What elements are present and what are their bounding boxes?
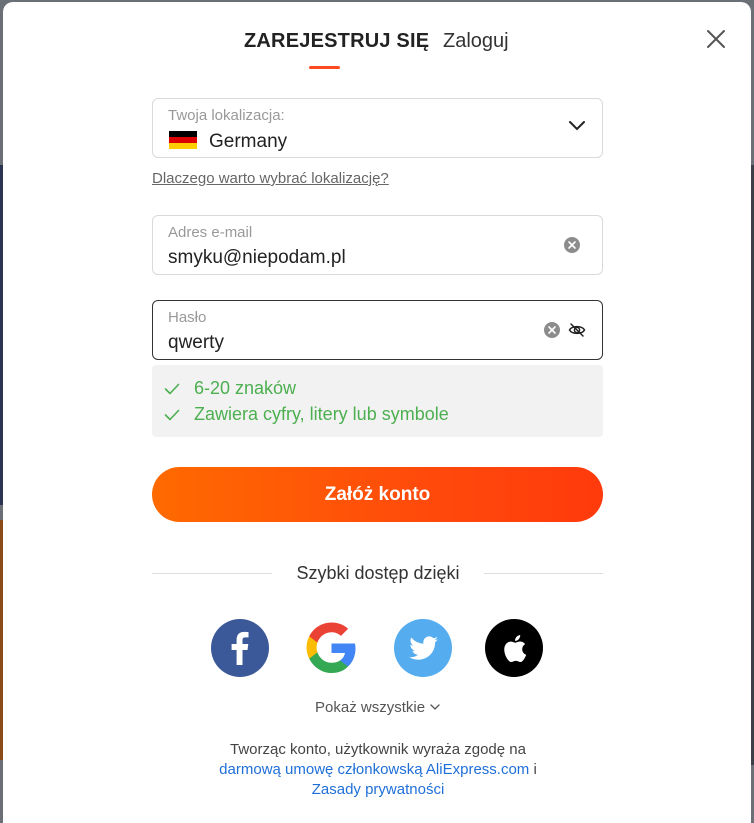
email-input[interactable] — [168, 247, 528, 269]
close-button[interactable] — [703, 26, 729, 52]
show-all-button[interactable]: Pokaż wszystkie — [315, 699, 440, 716]
active-tab-indicator — [309, 66, 340, 69]
password-rule: Zawiera cyfry, litery lub symbole — [164, 404, 449, 425]
password-label: Hasło — [168, 309, 207, 326]
password-rule-text: 6-20 znaków — [194, 378, 297, 398]
germany-flag-icon — [169, 131, 197, 149]
terms-text: Tworząc konto, użytkownik wyraża zgodę n… — [230, 741, 526, 758]
facebook-login-button[interactable] — [211, 619, 269, 677]
email-field[interactable]: Adres e-mail — [152, 215, 603, 275]
password-rule: 6-20 znaków — [164, 378, 296, 399]
google-login-button[interactable] — [302, 619, 360, 677]
auth-tabs: ZAREJESTRUJ SIĘ Zaloguj — [3, 30, 751, 70]
password-rule-text: Zawiera cyfry, litery lub symbole — [194, 404, 449, 424]
check-icon — [164, 383, 180, 394]
show-all-label: Pokaż wszystkie — [315, 699, 426, 716]
apple-icon — [504, 635, 527, 663]
email-label: Adres e-mail — [168, 224, 253, 241]
google-icon — [306, 622, 356, 673]
terms-conjunction: i — [533, 761, 537, 778]
create-account-button[interactable]: Załóż konto — [152, 467, 603, 522]
twitter-login-button[interactable] — [394, 619, 452, 677]
location-select[interactable]: Twoja lokalizacja: Germany — [152, 98, 603, 158]
chevron-down-icon — [430, 704, 440, 710]
divider — [484, 573, 603, 574]
password-requirements: 6-20 znaków Zawiera cyfry, litery lub sy… — [152, 365, 603, 437]
password-field[interactable]: Hasło — [152, 300, 603, 360]
why-location-link[interactable]: Dlaczego warto wybrać lokalizację? — [152, 170, 389, 187]
quick-access-label: Szybki dostęp dzięki — [296, 563, 460, 583]
privacy-policy-link[interactable]: Zasady prywatności — [312, 781, 445, 798]
chevron-down-icon — [569, 121, 585, 131]
facebook-icon — [231, 631, 249, 665]
membership-agreement-link[interactable]: darmową umowę członkowską AliExpress.com — [219, 761, 529, 778]
clear-icon[interactable] — [564, 237, 580, 253]
terms-notice: Tworząc konto, użytkownik wyraża zgodę n… — [153, 740, 603, 800]
clear-icon[interactable] — [544, 322, 560, 338]
location-label: Twoja lokalizacja: — [168, 107, 285, 124]
apple-login-button[interactable] — [485, 619, 543, 677]
password-input[interactable] — [168, 332, 528, 354]
divider — [152, 573, 272, 574]
tab-register[interactable]: ZAREJESTRUJ SIĘ — [244, 30, 429, 53]
twitter-icon — [409, 636, 438, 660]
tab-login[interactable]: Zaloguj — [443, 30, 509, 53]
register-modal: ZAREJESTRUJ SIĘ Zaloguj Twoja lokalizacj… — [3, 2, 751, 823]
location-value: Germany — [209, 131, 288, 152]
check-icon — [164, 409, 180, 420]
close-icon — [707, 30, 725, 48]
eye-off-icon[interactable] — [568, 321, 586, 339]
